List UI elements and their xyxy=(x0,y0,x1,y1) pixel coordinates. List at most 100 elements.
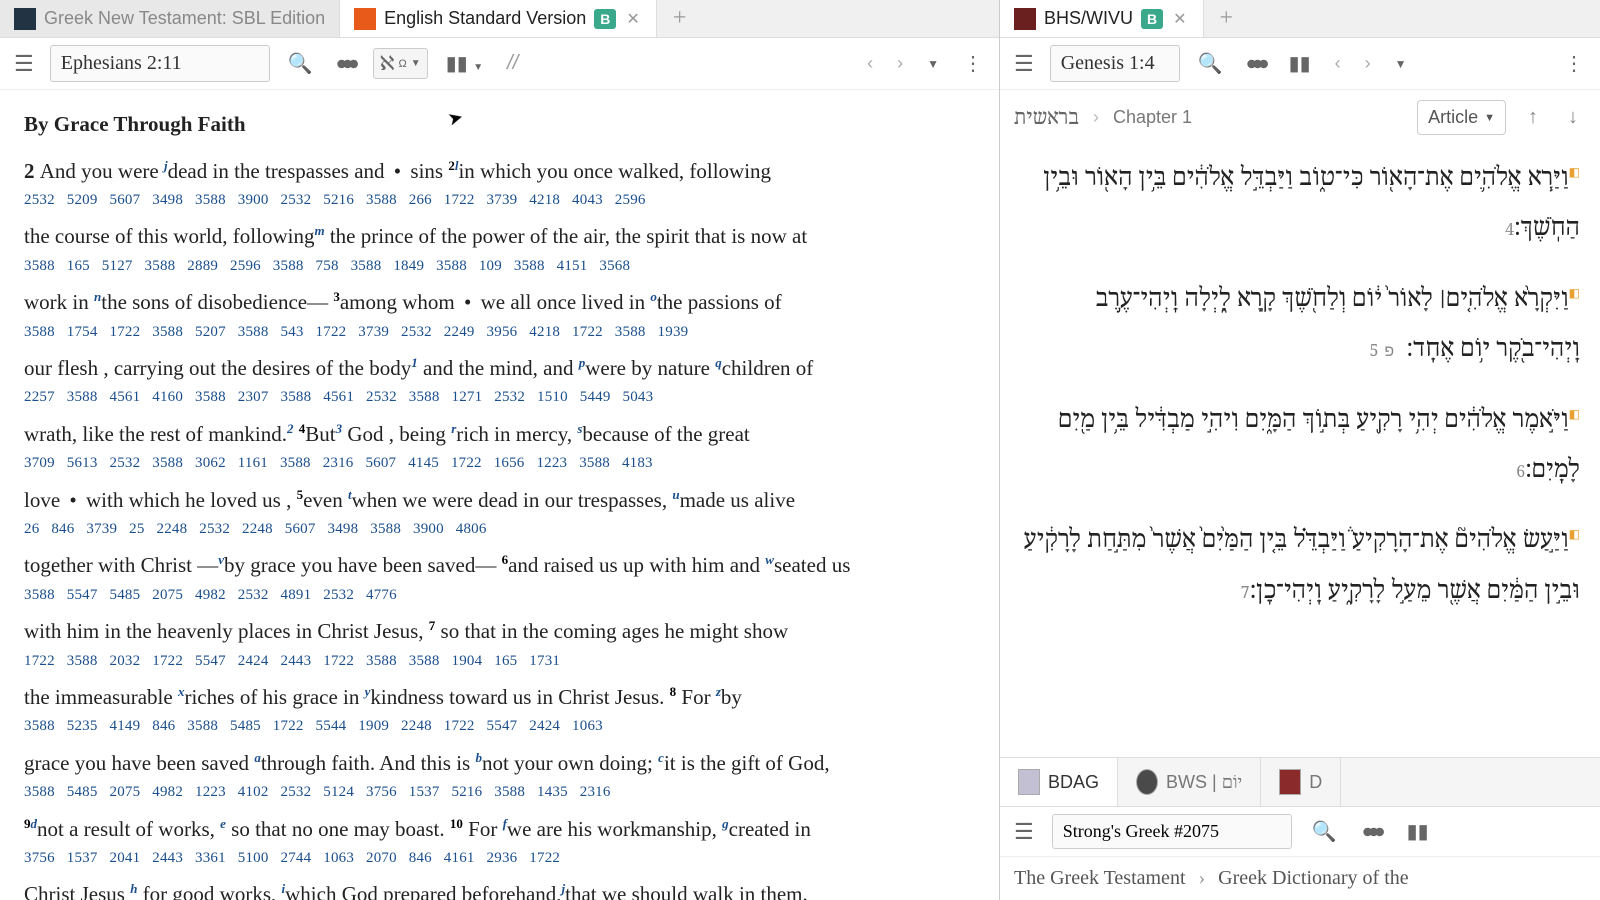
verse-number[interactable]: 7 xyxy=(1231,584,1250,603)
parallel-icon[interactable]: // xyxy=(501,48,524,79)
interlinear-toggle[interactable]: ℵΩ ▼ xyxy=(373,48,428,79)
verse-line[interactable]: grace you have been saved athrough faith… xyxy=(24,747,975,780)
strongs-numbers[interactable]: 3756 1537 2041 2443 3361 5100 2744 1063 … xyxy=(24,845,975,878)
hamburger-icon[interactable]: ☰ xyxy=(10,47,38,81)
verse-line[interactable]: Christ Jesus h for good works, iwhich Go… xyxy=(24,878,975,900)
footnote-marker[interactable]: x xyxy=(178,684,185,699)
footnote-marker[interactable]: n xyxy=(94,289,101,304)
nav-next-button[interactable]: › xyxy=(891,49,909,78)
verse-number[interactable]: 8 xyxy=(670,684,677,699)
verse-number[interactable]: 5 xyxy=(297,487,304,502)
verse-number[interactable]: 4 xyxy=(299,421,306,436)
cluster-icon[interactable]: ⦁⦁⦁ xyxy=(331,48,361,79)
verse-line[interactable]: wrath, like the rest of mankind.2 4But3 … xyxy=(24,418,975,451)
columns-icon[interactable]: ▮▮ ▼ xyxy=(440,47,489,80)
bc-chapter[interactable]: Chapter 1 xyxy=(1113,107,1192,128)
subtab-bws[interactable]: BWS | יוֹם xyxy=(1118,758,1261,806)
strongs-numbers[interactable]: 2257 3588 4561 4160 3588 2307 3588 4561 … xyxy=(24,384,975,417)
footnote-marker[interactable]: 3 xyxy=(336,421,343,436)
strongs-numbers[interactable]: 1722 3588 2032 1722 5547 2424 2443 1722 … xyxy=(24,648,975,681)
strongs-numbers[interactable]: 26 846 3739 25 2248 2532 2248 5607 3498 … xyxy=(24,516,975,549)
reference-input[interactable] xyxy=(1050,45,1180,82)
footnote-marker[interactable]: 2 xyxy=(287,421,294,436)
verse-line[interactable]: the course of this world, followingm the… xyxy=(24,220,975,253)
hebrew-verse[interactable]: ◧וַיִּקְרָ֨א אֱלֹהִ֤ים׀ לָאוֹר֙ י֔וֹם וְ… xyxy=(1020,274,1580,375)
footnote-marker[interactable]: m xyxy=(314,223,324,238)
verse-line[interactable]: with him in the heavenly places in Chris… xyxy=(24,615,975,648)
verse-number[interactable]: 6 xyxy=(502,552,509,567)
cluster-icon[interactable]: ⦁⦁⦁ xyxy=(1357,816,1387,847)
verse-number[interactable]: 5 xyxy=(1359,342,1378,361)
search-icon[interactable]: 🔍 xyxy=(1306,815,1343,848)
hebrew-verse[interactable]: ◧וַיַּ֣עַשׂ אֱלֹהִים֮ אֶת־הָרָקִיעַ֒ וַי… xyxy=(1020,515,1580,616)
hamburger-icon[interactable]: ☰ xyxy=(1010,815,1038,849)
footnote-marker[interactable]: d xyxy=(31,816,38,831)
verse-line[interactable]: 9dnot a result of works, e so that no on… xyxy=(24,813,975,846)
footnote-marker[interactable]: u xyxy=(672,487,679,502)
footnote-marker[interactable]: z xyxy=(716,684,721,699)
more-icon[interactable]: ⋮ xyxy=(957,47,989,80)
columns-icon[interactable]: ▮▮ xyxy=(1283,47,1317,80)
footnote-marker[interactable]: l xyxy=(455,158,459,173)
scroll-down-button[interactable]: ↓ xyxy=(1560,102,1586,133)
note-icon[interactable]: ◧ xyxy=(1569,166,1580,180)
verse-number[interactable]: 3 xyxy=(333,289,340,304)
footnote-marker[interactable]: r xyxy=(451,421,456,436)
footnote-marker[interactable]: e xyxy=(220,816,226,831)
cluster-icon[interactable]: ⦁⦁⦁ xyxy=(1241,48,1271,79)
verse-number[interactable]: 6 xyxy=(1506,463,1525,482)
tab-esv[interactable]: English Standard Version B ✕ xyxy=(340,0,657,37)
add-tab-button[interactable]: + xyxy=(657,0,703,37)
verse-number[interactable]: 10 xyxy=(450,816,463,831)
article-dropdown[interactable]: Article ▼ xyxy=(1417,100,1506,135)
tab-greek-nt[interactable]: Greek New Testament: SBL Edition xyxy=(0,0,340,37)
verse-line[interactable]: the immeasurable xriches of his grace in… xyxy=(24,681,975,714)
nav-dropdown-icon[interactable]: ▼ xyxy=(1389,53,1413,75)
nav-dropdown-icon[interactable]: ▼ xyxy=(921,53,945,75)
bc-item[interactable]: The Greek Testament xyxy=(1014,867,1186,889)
footnote-marker[interactable]: v xyxy=(218,552,224,567)
bc-book[interactable]: בראשית xyxy=(1014,106,1079,130)
tab-bhs[interactable]: BHS/WIVU B ✕ xyxy=(1000,0,1204,37)
strongs-numbers[interactable]: 3588 5485 2075 4982 1223 4102 2532 5124 … xyxy=(24,779,975,812)
add-tab-button[interactable]: + xyxy=(1204,0,1250,37)
footnote-marker[interactable]: o xyxy=(650,289,657,304)
footnote-marker[interactable]: j xyxy=(562,881,566,896)
subtab-bdag[interactable]: BDAG xyxy=(1000,758,1118,806)
strongs-numbers[interactable]: 3588 5235 4149 846 3588 5485 1722 5544 1… xyxy=(24,713,975,746)
footnote-marker[interactable]: h xyxy=(130,881,137,896)
verse-number[interactable]: 4 xyxy=(1495,221,1514,240)
footnote-marker[interactable]: a xyxy=(254,750,261,765)
hamburger-icon[interactable]: ☰ xyxy=(1010,47,1038,81)
hebrew-verse[interactable]: ◧וַיֹּ֣אמֶר אֱלֹהִ֔ים יְהִ֥י רָקִ֖יעַ בְ… xyxy=(1020,395,1580,496)
footnote-marker[interactable]: w xyxy=(765,552,774,567)
strongs-numbers[interactable]: 2532 5209 5607 3498 3588 3900 2532 5216 … xyxy=(24,187,975,220)
note-icon[interactable]: ◧ xyxy=(1569,408,1580,422)
nav-prev-button[interactable]: ‹ xyxy=(1329,49,1347,78)
footnote-marker[interactable]: b xyxy=(475,750,482,765)
footnote-marker[interactable]: q xyxy=(715,355,722,370)
subtab-d[interactable]: D xyxy=(1261,758,1341,806)
nav-prev-button[interactable]: ‹ xyxy=(861,49,879,78)
columns-icon[interactable]: ▮▮ xyxy=(1401,815,1435,848)
footnote-marker[interactable]: f xyxy=(503,816,507,831)
verse-line[interactable]: 2 And you were jdead in the trespasses a… xyxy=(24,155,975,188)
nav-next-button[interactable]: › xyxy=(1359,49,1377,78)
reference-input[interactable] xyxy=(50,45,270,82)
scroll-up-button[interactable]: ↑ xyxy=(1520,102,1546,133)
hebrew-verse[interactable]: ◧וַיַּ֧רְא אֱלֹהִ֛ים אֶת־הָא֖וֹר כִּי־ט֑… xyxy=(1020,153,1580,254)
close-icon[interactable]: ✕ xyxy=(1171,9,1188,29)
footnote-marker[interactable]: t xyxy=(348,487,352,502)
footnote-marker[interactable]: p xyxy=(579,355,586,370)
strongs-numbers[interactable]: 3588 165 5127 3588 2889 2596 3588 758 35… xyxy=(24,253,975,286)
verse-number[interactable]: 7 xyxy=(429,618,436,633)
verse-line[interactable]: love • with which he loved us , 5even tw… xyxy=(24,484,975,517)
verse-line[interactable]: our flesh , carrying out the desires of … xyxy=(24,352,975,385)
footnote-marker[interactable]: 1 xyxy=(411,355,418,370)
verse-line[interactable]: together with Christ —vby grace you have… xyxy=(24,549,975,582)
strongs-numbers[interactable]: 3709 5613 2532 3588 3062 1161 3588 2316 … xyxy=(24,450,975,483)
strongs-numbers[interactable]: 3588 1754 1722 3588 5207 3588 543 1722 3… xyxy=(24,319,975,352)
footnote-marker[interactable]: s xyxy=(577,421,582,436)
footnote-marker[interactable]: i xyxy=(282,881,286,896)
note-icon[interactable]: ◧ xyxy=(1569,528,1580,542)
